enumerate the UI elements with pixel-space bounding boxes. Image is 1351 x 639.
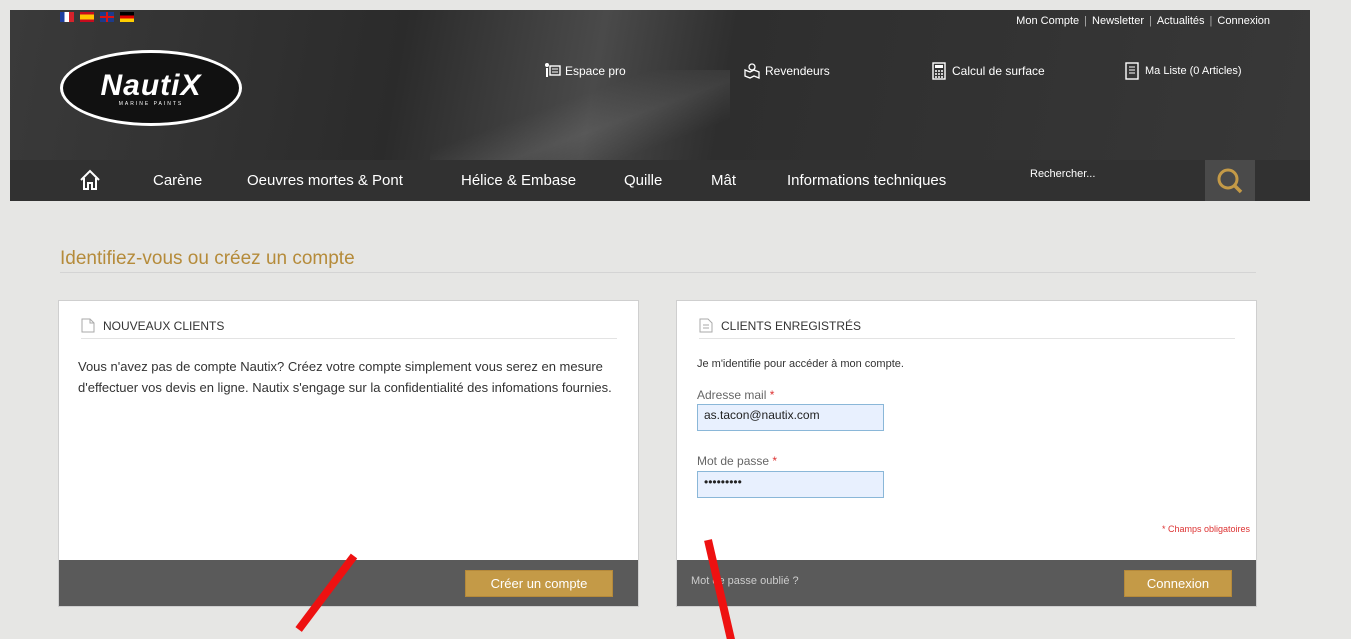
title-divider: [60, 272, 1256, 273]
nav-item-informations[interactable]: Informations techniques: [787, 172, 946, 189]
espace-pro-label: Espace pro: [565, 64, 626, 78]
map-pin-icon: [744, 63, 760, 79]
link-newsletter[interactable]: Newsletter: [1092, 15, 1144, 27]
search-icon: [1217, 168, 1243, 194]
create-account-button[interactable]: Créer un compte: [465, 570, 613, 597]
divider: [81, 338, 617, 339]
new-clients-header: NOUVEAUX CLIENTS: [81, 318, 224, 333]
search-input[interactable]: Rechercher...: [1030, 168, 1095, 180]
divider: [699, 338, 1235, 339]
registered-intro: Je m'identifie pour accéder à mon compte…: [697, 358, 904, 370]
language-flags: [60, 12, 134, 22]
required-asterisk: *: [772, 454, 778, 468]
site-header: Mon Compte | Newsletter | Actualités | Connexi…: [10, 10, 1310, 160]
revendeurs-label: Revendeurs: [765, 64, 830, 78]
nav-item-oeuvres-mortes[interactable]: Oeuvres mortes & Pont: [247, 172, 403, 189]
logo-wordmark: NautiX: [100, 69, 202, 102]
page-title: Identifiez-vous ou créez un compte: [60, 248, 355, 269]
password-field[interactable]: •••••••••: [697, 471, 884, 498]
new-clients-heading: NOUVEAUX CLIENTS: [103, 318, 225, 333]
required-asterisk: *: [769, 388, 775, 402]
top-links: Mon Compte | Newsletter | Actualités | Connexi…: [1016, 15, 1270, 27]
link-mon-compte[interactable]: Mon Compte: [1016, 15, 1079, 27]
registered-footer: Mot de passe oublié ? Connexion: [677, 560, 1256, 606]
required-fields-note: * Champs obligatoires: [1161, 524, 1250, 534]
email-label-text: Adresse mail: [697, 388, 767, 402]
document-icon: [81, 318, 95, 333]
home-icon[interactable]: [78, 168, 102, 192]
email-field[interactable]: as.tacon@nautix.com: [697, 404, 884, 431]
espace-pro-link[interactable]: Espace pro: [543, 62, 626, 80]
registered-clients-panel: CLIENTS ENREGISTRÉS Je m'identifie pour …: [676, 300, 1257, 607]
registered-header: CLIENTS ENREGISTRÉS: [699, 318, 861, 333]
list-icon: [1125, 62, 1139, 80]
ma-liste-link[interactable]: Ma Liste (0 Articles): [1123, 62, 1242, 80]
new-clients-description: Vous n'avez pas de compte Nautix? Créez …: [78, 359, 612, 395]
pro-icon: [545, 63, 561, 77]
connexion-button[interactable]: Connexion: [1124, 570, 1232, 597]
nav-item-helice[interactable]: Hélice & Embase: [461, 172, 576, 189]
logo-tagline: MARINE PAINTS: [118, 101, 184, 107]
es-flag-icon[interactable]: [80, 12, 94, 22]
nav-item-quille[interactable]: Quille: [624, 172, 662, 189]
calcul-surface-label: Calcul de surface: [952, 64, 1045, 78]
ma-liste-label: Ma Liste (0 Articles): [1145, 65, 1242, 77]
search-button[interactable]: [1205, 160, 1255, 201]
calculator-icon: [932, 62, 946, 80]
link-actualites[interactable]: Actualités: [1157, 15, 1205, 27]
nav-item-carene[interactable]: Carène: [153, 172, 202, 189]
password-label: Mot de passe *: [697, 454, 777, 468]
forgot-password-link[interactable]: Mot de passe oublié ?: [691, 575, 799, 587]
revendeurs-link[interactable]: Revendeurs: [743, 62, 830, 80]
calcul-surface-link[interactable]: Calcul de surface: [930, 62, 1045, 80]
document-lines-icon: [699, 318, 713, 333]
uk-flag-icon[interactable]: [100, 12, 114, 22]
password-label-text: Mot de passe: [697, 454, 770, 468]
nav-item-mat[interactable]: Mât: [711, 172, 736, 189]
email-label: Adresse mail *: [697, 388, 774, 402]
registered-heading: CLIENTS ENREGISTRÉS: [721, 318, 862, 333]
de-flag-icon[interactable]: [120, 12, 134, 22]
nautix-logo[interactable]: NautiX MARINE PAINTS: [60, 50, 242, 126]
main-nav: Carène Oeuvres mortes & Pont Hélice & Em…: [10, 160, 1310, 201]
link-connexion[interactable]: Connexion: [1217, 15, 1270, 27]
fr-flag-icon[interactable]: [60, 12, 74, 22]
